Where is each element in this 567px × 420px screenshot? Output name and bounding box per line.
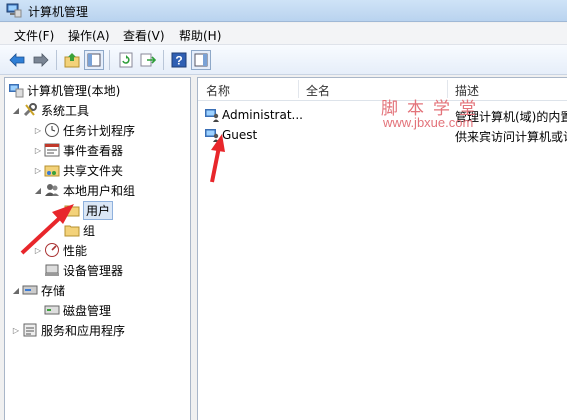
toolbar-separator: [163, 50, 164, 70]
back-arrow-icon[interactable]: [7, 50, 27, 70]
column-fullname[interactable]: 全名: [306, 82, 330, 99]
clock-icon: [44, 122, 60, 138]
export-list-icon[interactable]: [138, 50, 158, 70]
collapse-arrow-icon[interactable]: ◢: [10, 284, 22, 296]
event-viewer-icon: [44, 142, 60, 158]
user-name: Administrat...: [222, 108, 303, 122]
menu-file[interactable]: 文件(F): [14, 27, 54, 44]
expand-arrow-icon[interactable]: ▷: [32, 144, 44, 156]
tree-item-disk-management[interactable]: 磁盘管理: [44, 300, 111, 320]
toolbar-separator: [109, 50, 110, 70]
tree-item-device-manager[interactable]: 设备管理器: [44, 260, 123, 280]
forward-arrow-icon[interactable]: [31, 50, 51, 70]
help-icon[interactable]: ?: [169, 50, 189, 70]
tree-item-storage[interactable]: ◢ 存储: [10, 280, 65, 300]
folder-icon: [64, 222, 80, 238]
user-list-pane: 名称 全名 描述 Administrat... 管理计算机(域)的内置 Gues…: [197, 77, 567, 420]
user-icon: [205, 109, 219, 122]
tree-item-local-users-groups[interactable]: ◢ 本地用户和组: [32, 180, 135, 200]
show-hide-tree-icon[interactable]: [84, 50, 104, 70]
tree-item-root[interactable]: 计算机管理(本地): [8, 80, 120, 100]
computer-management-icon: [6, 3, 22, 18]
window-title: 计算机管理: [28, 5, 89, 19]
menu-action[interactable]: 操作(A): [68, 27, 110, 44]
toolbar-separator: [56, 50, 57, 70]
expand-arrow-icon[interactable]: ▷: [10, 324, 22, 336]
tree-item-groups[interactable]: 组: [64, 220, 95, 240]
action-pane-icon[interactable]: [191, 50, 211, 70]
shared-folder-icon: [44, 162, 60, 178]
expand-arrow-icon[interactable]: ▷: [32, 164, 44, 176]
watermark-url: www.jbxue.com: [383, 115, 474, 130]
collapse-arrow-icon[interactable]: ◢: [10, 104, 22, 116]
services-icon: [22, 322, 38, 338]
menu-bar: 文件(F) 操作(A) 查看(V) 帮助(H): [0, 23, 567, 45]
title-bar: 计算机管理: [0, 0, 567, 22]
users-group-icon: [44, 182, 60, 198]
svg-text:?: ?: [175, 54, 182, 68]
folder-up-icon[interactable]: [62, 50, 82, 70]
expand-arrow-icon[interactable]: ▷: [32, 124, 44, 136]
performance-icon: [44, 242, 60, 258]
toolbar: ?: [0, 45, 567, 75]
storage-icon: [22, 282, 38, 298]
menu-view[interactable]: 查看(V): [123, 27, 165, 44]
tree-item-task-scheduler[interactable]: ▷ 任务计划程序: [32, 120, 135, 140]
tree-item-services-apps[interactable]: ▷ 服务和应用程序: [10, 320, 125, 340]
tree-item-event-viewer[interactable]: ▷ 事件查看器: [32, 140, 123, 160]
user-icon: [205, 129, 219, 142]
console-tree: 计算机管理(本地) ◢ 系统工具 ▷ 任务计划程序 ▷ 事件查看器 ▷ 共享文件…: [4, 77, 191, 420]
computer-management-icon: [8, 82, 24, 98]
column-separator[interactable]: [298, 80, 299, 98]
user-description: 供来宾访问计算机或访: [455, 130, 567, 144]
tree-item-users[interactable]: 用户: [64, 200, 114, 220]
tree-item-shared-folders[interactable]: ▷ 共享文件夹: [32, 160, 123, 180]
column-name[interactable]: 名称: [206, 82, 230, 99]
device-manager-icon: [44, 262, 60, 278]
folder-icon: [64, 202, 80, 218]
tree-item-system-tools[interactable]: ◢ 系统工具: [10, 100, 89, 120]
tools-icon: [22, 102, 38, 118]
user-name: Guest: [222, 128, 258, 142]
refresh-icon[interactable]: [116, 50, 136, 70]
expand-arrow-icon[interactable]: ▷: [32, 244, 44, 256]
disk-management-icon: [44, 302, 60, 318]
tree-item-performance[interactable]: ▷ 性能: [32, 240, 87, 260]
menu-help[interactable]: 帮助(H): [179, 27, 221, 44]
collapse-arrow-icon[interactable]: ◢: [32, 184, 44, 196]
